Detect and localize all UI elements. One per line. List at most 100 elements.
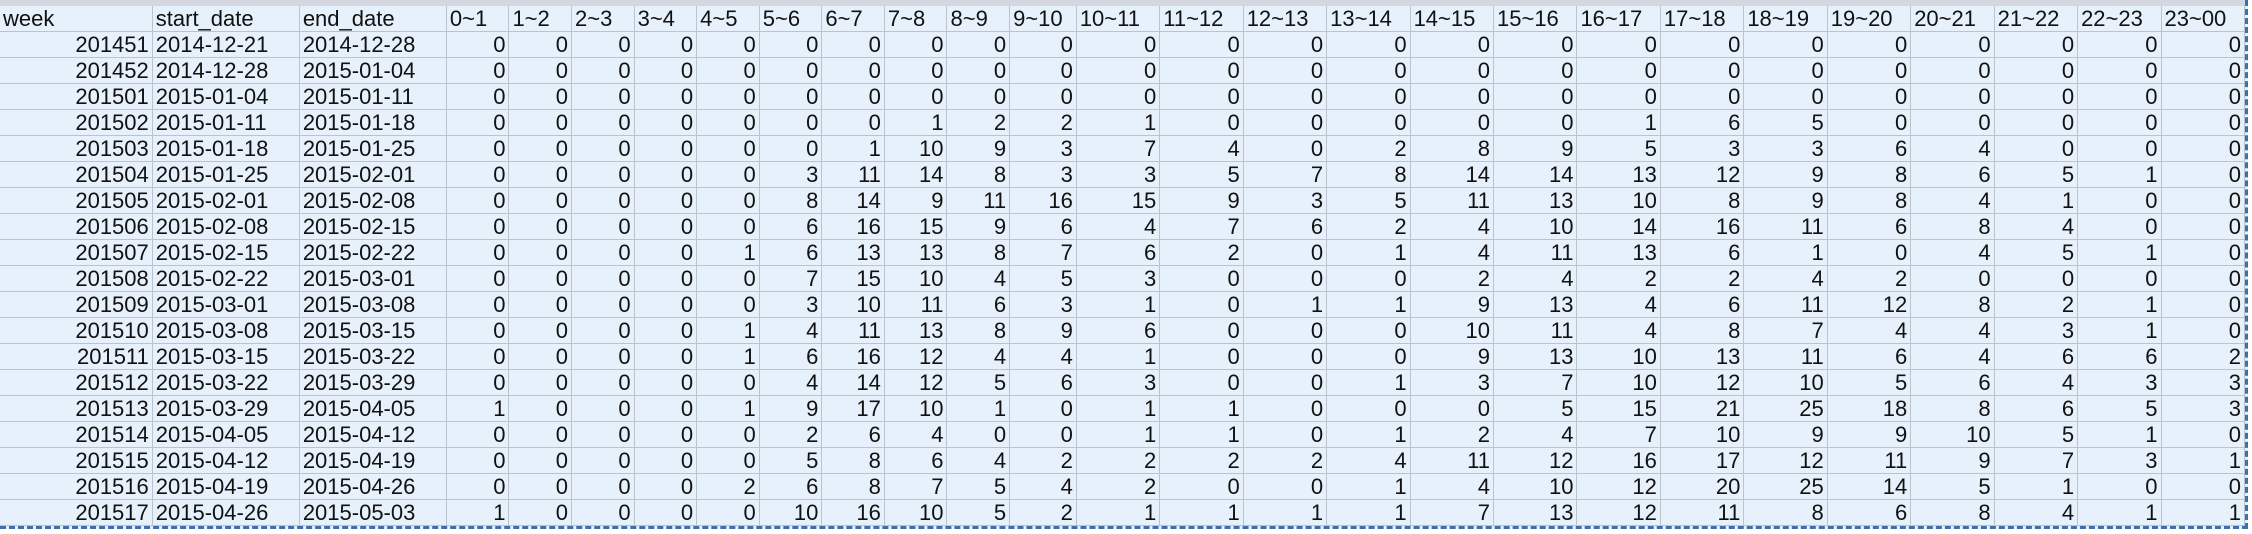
count-cell[interactable]: 0 [1009,57,1077,84]
count-cell[interactable]: 0 [1009,421,1077,448]
count-cell[interactable]: 0 [2077,57,2162,84]
count-cell[interactable]: 3 [759,161,823,188]
count-cell[interactable]: 0 [2077,213,2162,240]
column-header[interactable]: 20~21 [1910,6,1995,32]
count-cell[interactable]: 0 [571,343,635,370]
count-cell[interactable]: 3 [1009,161,1077,188]
date-cell[interactable]: 2015-01-04 [152,83,300,110]
count-cell[interactable]: 0 [884,31,948,58]
column-header[interactable]: 4~5 [696,6,760,32]
count-cell[interactable]: 0 [1326,265,1411,292]
count-cell[interactable]: 2 [1660,265,1745,292]
count-cell[interactable]: 16 [1660,213,1745,240]
count-cell[interactable]: 0 [884,57,948,84]
count-cell[interactable]: 0 [1243,265,1328,292]
count-cell[interactable]: 0 [821,31,885,58]
count-cell[interactable]: 4 [1410,239,1495,266]
count-cell[interactable]: 0 [508,265,573,292]
week-cell[interactable]: 201509 [0,291,153,318]
week-cell[interactable]: 201516 [0,473,153,500]
count-cell[interactable]: 0 [1576,57,1661,84]
count-cell[interactable]: 3 [1076,265,1161,292]
count-cell[interactable]: 0 [1243,473,1328,500]
count-cell[interactable]: 1 [2077,161,2162,188]
count-cell[interactable]: 1 [1076,395,1161,422]
week-cell[interactable]: 201451 [0,31,153,58]
count-cell[interactable]: 5 [1493,395,1578,422]
count-cell[interactable]: 17 [821,395,885,422]
count-cell[interactable]: 0 [571,135,635,162]
count-cell[interactable]: 0 [571,395,635,422]
count-cell[interactable]: 0 [696,187,760,214]
count-cell[interactable]: 0 [634,395,698,422]
count-cell[interactable]: 0 [2161,161,2245,188]
count-cell[interactable]: 7 [1493,369,1578,396]
count-cell[interactable]: 1 [1326,369,1411,396]
count-cell[interactable]: 0 [446,421,510,448]
count-cell[interactable]: 0 [634,499,698,526]
count-cell[interactable]: 0 [1326,317,1411,344]
count-cell[interactable]: 2 [1009,447,1077,474]
count-cell[interactable]: 3 [1009,291,1077,318]
count-cell[interactable]: 0 [696,31,760,58]
count-cell[interactable]: 0 [2161,135,2245,162]
count-cell[interactable]: 4 [1910,343,1995,370]
count-cell[interactable]: 0 [508,291,573,318]
count-cell[interactable]: 5 [1827,369,1912,396]
count-cell[interactable]: 7 [884,473,948,500]
count-cell[interactable]: 10 [1576,369,1661,396]
column-header[interactable]: 22~23 [2077,6,2162,32]
count-cell[interactable]: 0 [1159,291,1244,318]
count-cell[interactable]: 8 [1910,213,1995,240]
count-cell[interactable]: 13 [1493,187,1578,214]
count-cell[interactable]: 25 [1743,395,1828,422]
count-cell[interactable]: 0 [696,109,760,136]
count-cell[interactable]: 5 [1009,265,1077,292]
date-cell[interactable]: 2015-02-22 [152,265,300,292]
count-cell[interactable]: 6 [1243,213,1328,240]
count-cell[interactable]: 3 [1660,135,1745,162]
count-cell[interactable]: 0 [1910,83,1995,110]
count-cell[interactable]: 0 [1827,31,1912,58]
count-cell[interactable]: 1 [1243,291,1328,318]
count-cell[interactable]: 12 [1576,499,1661,526]
count-cell[interactable]: 0 [946,83,1011,110]
count-cell[interactable]: 20 [1660,473,1745,500]
count-cell[interactable]: 16 [821,343,885,370]
count-cell[interactable]: 0 [2161,265,2245,292]
count-cell[interactable]: 9 [1743,187,1828,214]
count-cell[interactable]: 11 [1493,239,1578,266]
count-cell[interactable]: 0 [1493,31,1578,58]
count-cell[interactable]: 0 [696,369,760,396]
count-cell[interactable]: 0 [1009,395,1077,422]
count-cell[interactable]: 0 [821,57,885,84]
count-cell[interactable]: 4 [1994,499,2079,526]
count-cell[interactable]: 0 [634,109,698,136]
count-cell[interactable]: 8 [821,447,885,474]
count-cell[interactable]: 1 [1076,291,1161,318]
count-cell[interactable]: 0 [1243,57,1328,84]
count-cell[interactable]: 10 [1576,343,1661,370]
column-header[interactable]: 14~15 [1410,6,1495,32]
count-cell[interactable]: 1 [696,317,760,344]
count-cell[interactable]: 25 [1743,473,1828,500]
count-cell[interactable]: 2 [1009,109,1077,136]
date-cell[interactable]: 2015-02-08 [299,187,447,214]
count-cell[interactable]: 8 [1326,161,1411,188]
count-cell[interactable]: 0 [1827,83,1912,110]
count-cell[interactable]: 10 [1576,187,1661,214]
date-cell[interactable]: 2015-03-22 [152,369,300,396]
count-cell[interactable]: 0 [1910,31,1995,58]
count-cell[interactable]: 3 [1243,187,1328,214]
count-cell[interactable]: 6 [1009,369,1077,396]
count-cell[interactable]: 0 [571,369,635,396]
date-cell[interactable]: 2015-01-25 [152,161,300,188]
count-cell[interactable]: 0 [571,83,635,110]
count-cell[interactable]: 0 [634,135,698,162]
count-cell[interactable]: 4 [1827,317,1912,344]
date-cell[interactable]: 2015-01-11 [152,109,300,136]
count-cell[interactable]: 0 [2161,239,2245,266]
date-cell[interactable]: 2015-04-19 [299,447,447,474]
count-cell[interactable]: 1 [1326,473,1411,500]
count-cell[interactable]: 5 [2077,395,2162,422]
